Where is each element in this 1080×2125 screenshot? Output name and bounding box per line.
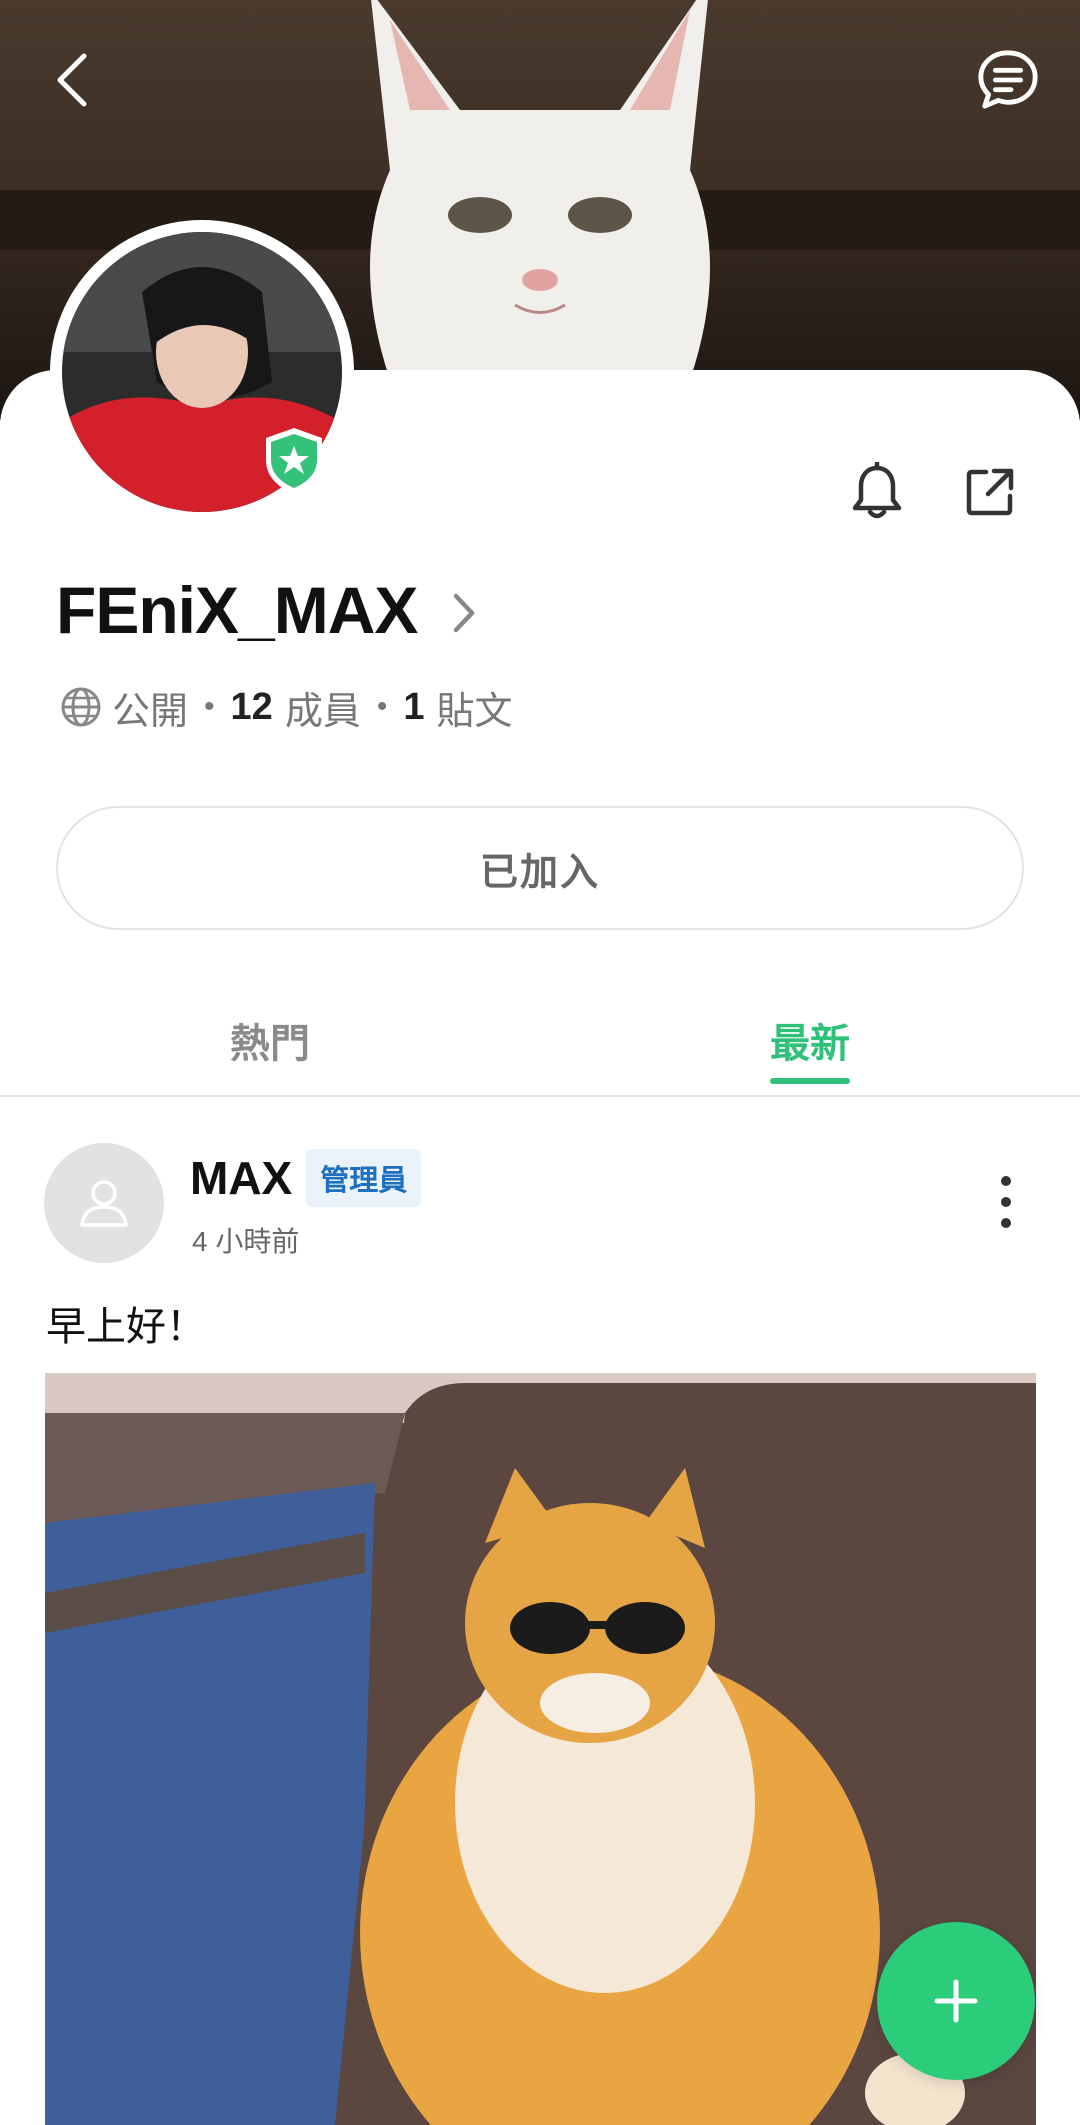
feed-tabs: 熱門 最新	[0, 985, 1080, 1097]
admin-badge: 管理員	[306, 1149, 422, 1207]
user-icon	[80, 1180, 128, 1227]
chevron-right-icon	[454, 593, 475, 633]
active-tab-indicator	[770, 1078, 850, 1084]
group-meta: 公開 • 12 成員 • 1 貼文	[60, 680, 513, 734]
globe-icon	[60, 686, 102, 728]
post-count: 1	[403, 685, 425, 728]
post-author-row: MAX 管理員	[190, 1149, 422, 1207]
author-name[interactable]: MAX	[190, 1151, 292, 1205]
chat-button[interactable]	[976, 48, 1040, 112]
chevron-left-icon	[57, 53, 87, 107]
notification-button[interactable]	[845, 460, 909, 524]
white-cat-illustration	[370, 0, 710, 380]
member-label: 成員	[284, 690, 361, 733]
share-icon	[966, 468, 1014, 516]
post-text: 早上好！	[46, 1305, 206, 1349]
add-post-button[interactable]	[877, 1922, 1035, 2080]
group-name: FEniX_MAX	[56, 573, 418, 647]
tab-popular[interactable]: 熱門	[190, 985, 350, 1097]
star-shield-icon	[258, 424, 330, 496]
separator-dot: •	[376, 690, 388, 723]
more-options-button[interactable]	[982, 1170, 1030, 1234]
avatar[interactable]	[44, 1143, 164, 1263]
plus-icon	[934, 1979, 978, 2023]
more-vertical-icon	[1001, 1176, 1011, 1186]
bell-icon	[852, 462, 902, 519]
group-title-row[interactable]: FEniX_MAX	[56, 570, 477, 650]
post-time: 4 小時前	[192, 1226, 300, 1257]
member-count: 12	[230, 685, 273, 728]
share-button[interactable]	[958, 460, 1022, 524]
privacy-label: 公開	[112, 690, 189, 733]
back-button[interactable]	[40, 48, 104, 112]
joined-button[interactable]: 已加入	[56, 806, 1024, 930]
separator-dot: •	[204, 690, 215, 723]
post-label: 貼文	[436, 690, 513, 733]
chat-bubble-icon	[978, 50, 1038, 109]
